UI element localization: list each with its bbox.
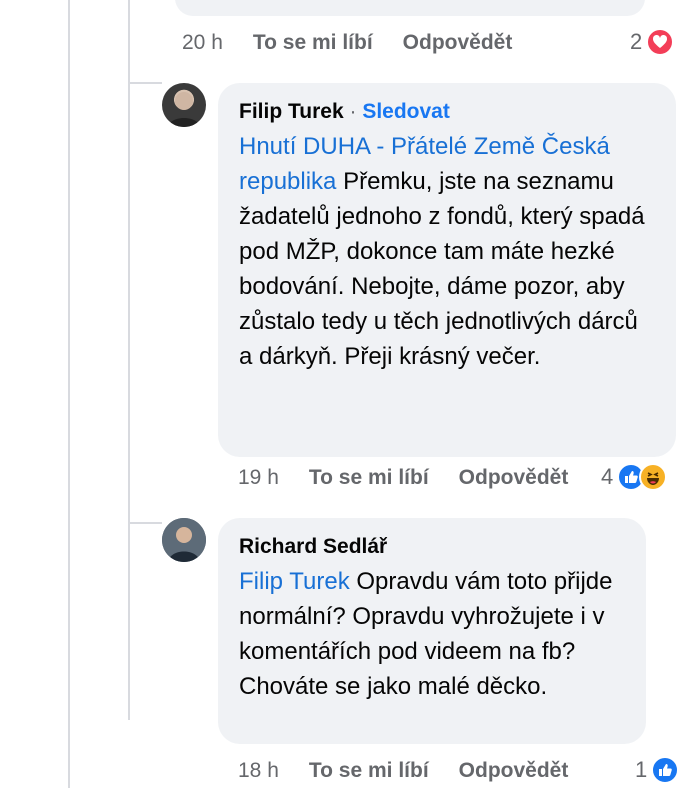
- follow-button[interactable]: Sledovat: [362, 100, 450, 123]
- like-button[interactable]: To se mi líbí: [309, 466, 429, 490]
- reaction-summary-1[interactable]: 4: [601, 463, 668, 491]
- author-name[interactable]: Richard Sedlář: [239, 535, 387, 558]
- comment-bubble: Filip Turek · Sledovat Hnutí DUHA - Přát…: [218, 83, 676, 457]
- comment-header: Richard Sedlář: [239, 532, 626, 562]
- reply-button[interactable]: Odpovědět: [459, 466, 569, 490]
- comment-header: Filip Turek · Sledovat: [239, 97, 656, 127]
- thread-connector-2: [128, 522, 162, 524]
- avatar[interactable]: [162, 83, 206, 127]
- reply-button[interactable]: Odpovědět: [403, 31, 513, 55]
- comment-time[interactable]: 18 h: [238, 759, 279, 783]
- comment-actions-2: 18 h To se mi líbí Odpovědět: [238, 759, 598, 783]
- thread-line-inner: [128, 0, 130, 720]
- like-button[interactable]: To se mi líbí: [253, 31, 373, 55]
- comment-bubble: Richard Sedlář Filip Turek Opravdu vám t…: [218, 518, 646, 744]
- haha-icon: [639, 463, 668, 491]
- comment-body: Přemku, jste na seznamu žadatelů jednoho…: [239, 168, 645, 370]
- comment-text: Filip Turek Opravdu vám toto přijde norm…: [239, 564, 626, 704]
- comment-time[interactable]: 19 h: [238, 466, 279, 490]
- comment-time[interactable]: 20 h: [182, 31, 223, 55]
- avatar[interactable]: [162, 518, 206, 562]
- comment-actions-1: 19 h To se mi líbí Odpovědět: [238, 466, 598, 490]
- love-icon: [646, 28, 675, 56]
- mention-link[interactable]: Filip Turek: [239, 568, 350, 595]
- reaction-summary-2[interactable]: 1: [635, 756, 680, 784]
- comment-text: Hnutí DUHA - Přátelé Země Česká republik…: [239, 129, 656, 374]
- reaction-count: 4: [601, 464, 614, 489]
- previous-comment-bubble: [175, 0, 645, 16]
- comment-actions-0: 20 h To se mi líbí Odpovědět: [182, 31, 542, 55]
- separator-dot: ·: [349, 100, 357, 123]
- reaction-count: 1: [635, 757, 648, 782]
- reaction-count: 2: [630, 29, 643, 54]
- thread-connector-1: [128, 82, 162, 84]
- like-button[interactable]: To se mi líbí: [309, 759, 429, 783]
- like-icon: [651, 756, 680, 784]
- reaction-summary-0[interactable]: 2: [630, 28, 675, 56]
- author-name[interactable]: Filip Turek: [239, 100, 344, 123]
- reply-button[interactable]: Odpovědět: [459, 759, 569, 783]
- thread-line-outer: [68, 0, 70, 788]
